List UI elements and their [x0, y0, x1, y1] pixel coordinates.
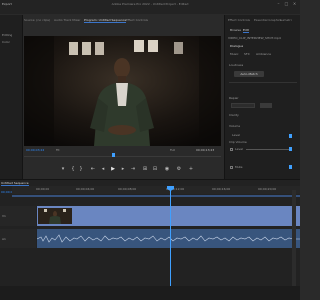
level-label: Level [232, 133, 240, 137]
ruler-label: 00;00;08;00 [118, 187, 137, 191]
video-frame [24, 36, 221, 146]
audio-type-sfx[interactable]: SFX [244, 52, 250, 56]
minimize-icon[interactable]: – [276, 1, 281, 6]
tab-essential-graphics[interactable]: Essential Graphics [254, 18, 282, 22]
add-icon[interactable]: + [188, 166, 194, 172]
timeline-scrollbar[interactable] [292, 190, 296, 286]
tab-edit[interactable]: Edit [243, 28, 249, 33]
work-area-bar[interactable] [12, 195, 300, 197]
repair-dropdown[interactable] [231, 103, 255, 108]
tab-source[interactable]: Source: (no clips) [24, 18, 50, 22]
program-monitor-video[interactable] [24, 36, 221, 146]
section-volume[interactable]: Volume [229, 124, 240, 128]
level-slider-handle[interactable] [289, 134, 292, 138]
tab-lumetri[interactable]: Lumetri [280, 18, 292, 22]
repair-button[interactable] [260, 103, 272, 108]
title-bar: Export Adobe Premiere Pro 2022 - Untitle… [0, 0, 300, 14]
auto-match-label: Auto-Match [240, 72, 258, 76]
mark-in-icon[interactable]: { [70, 166, 76, 172]
video-track-header: V1 [0, 206, 36, 226]
step-back-icon[interactable]: ◂ [100, 166, 106, 172]
section-repair[interactable]: Repair [229, 96, 239, 100]
program-tab-row: Source: (no clips) Audio Track Mixer Pro… [24, 18, 224, 24]
play-icon[interactable]: ▶ [110, 166, 116, 172]
go-to-out-icon[interactable]: ⇥ [130, 166, 136, 172]
mute-slider-handle[interactable] [289, 165, 292, 169]
mark-out-icon[interactable]: } [78, 166, 84, 172]
audio-type-dialogue[interactable]: Dialogue [230, 44, 243, 48]
mute-label: Mute [235, 165, 243, 169]
ruler-label: 00;00;00 [36, 187, 50, 191]
audio-type-music[interactable]: Music [230, 52, 239, 56]
insert-icon[interactable]: ⊞ [142, 166, 148, 172]
ruler-label: 00;00;16;00 [212, 187, 231, 191]
video-track-label[interactable]: V1 [0, 206, 36, 218]
level-check-label: Level [235, 147, 243, 151]
tab-effect-controls-right[interactable]: Effect Controls [228, 18, 250, 22]
clip-volume-slider[interactable] [246, 149, 291, 150]
program-timecode[interactable]: 00;00;03;24 [26, 148, 44, 152]
audio-track-label[interactable]: A1 [0, 229, 36, 241]
section-clarity[interactable]: Clarity [229, 113, 239, 117]
timeline-playhead[interactable] [170, 186, 171, 286]
quality-dropdown[interactable]: Full [170, 148, 175, 152]
go-to-in-icon[interactable]: ⇤ [90, 166, 96, 172]
clip-volume-label: Clip Volume [229, 140, 247, 144]
program-duration: 00;00;13;23 [196, 148, 215, 152]
tab-effect-controls[interactable]: Effect Controls [126, 18, 148, 22]
maximize-icon[interactable]: □ [284, 1, 289, 6]
step-forward-icon[interactable]: ▸ [120, 166, 126, 172]
auto-match-button[interactable]: Auto-Match [234, 71, 264, 77]
left-tools-panel: Editing Color [0, 15, 22, 180]
audio-clip[interactable] [36, 229, 300, 248]
section-loudness[interactable]: Loudness [229, 63, 243, 67]
program-scrubber[interactable] [24, 156, 221, 157]
audio-track-header: A1 [0, 229, 36, 248]
side-tab-editing[interactable]: Editing [2, 33, 12, 37]
video-clip-thumbnail [38, 208, 72, 224]
marker-icon[interactable]: ▾ [60, 166, 66, 172]
right-tab-row: Effect Controls Essential Graphics Lumet… [228, 18, 298, 24]
ruler-label: 00;00;20;00 [258, 187, 277, 191]
timeline-footer [0, 286, 300, 300]
settings-icon[interactable]: ⚙ [176, 166, 182, 172]
tab-browse[interactable]: Browse [230, 28, 241, 32]
video-clip[interactable] [37, 206, 300, 226]
clip-volume-slider-handle[interactable] [289, 147, 292, 151]
clip-name: VIDEO_CLIP_INTERVIEW_SHOT.mp4 [228, 36, 281, 40]
mute-checkbox[interactable] [230, 166, 233, 169]
timeline-ruler[interactable] [12, 186, 300, 194]
fit-dropdown[interactable]: Fit [56, 148, 60, 152]
tab-audio-mixer[interactable]: Audio Track Mixer [54, 18, 80, 22]
audio-waveform [36, 234, 300, 243]
side-tab-color[interactable]: Color [2, 40, 10, 44]
divider [229, 82, 297, 83]
overwrite-icon[interactable]: ⊟ [152, 166, 158, 172]
window-title: Adobe Premiere Pro 2022 - Untitled Proje… [111, 2, 189, 6]
program-playhead[interactable] [112, 153, 115, 157]
close-icon[interactable]: × [292, 1, 297, 6]
camera-icon[interactable]: ◉ [164, 166, 170, 172]
tab-program[interactable]: Program: Untitled Sequence [84, 18, 127, 23]
divider [22, 15, 23, 180]
ruler-label: 00;00;04;00 [76, 187, 95, 191]
level-checkbox[interactable] [230, 148, 233, 151]
audio-type-ambience[interactable]: Ambience [256, 52, 271, 56]
transport-controls: ▾ { } ⇤ ◂ ▶ ▸ ⇥ ⊞ ⊟ ◉ ⚙ + [60, 166, 200, 174]
